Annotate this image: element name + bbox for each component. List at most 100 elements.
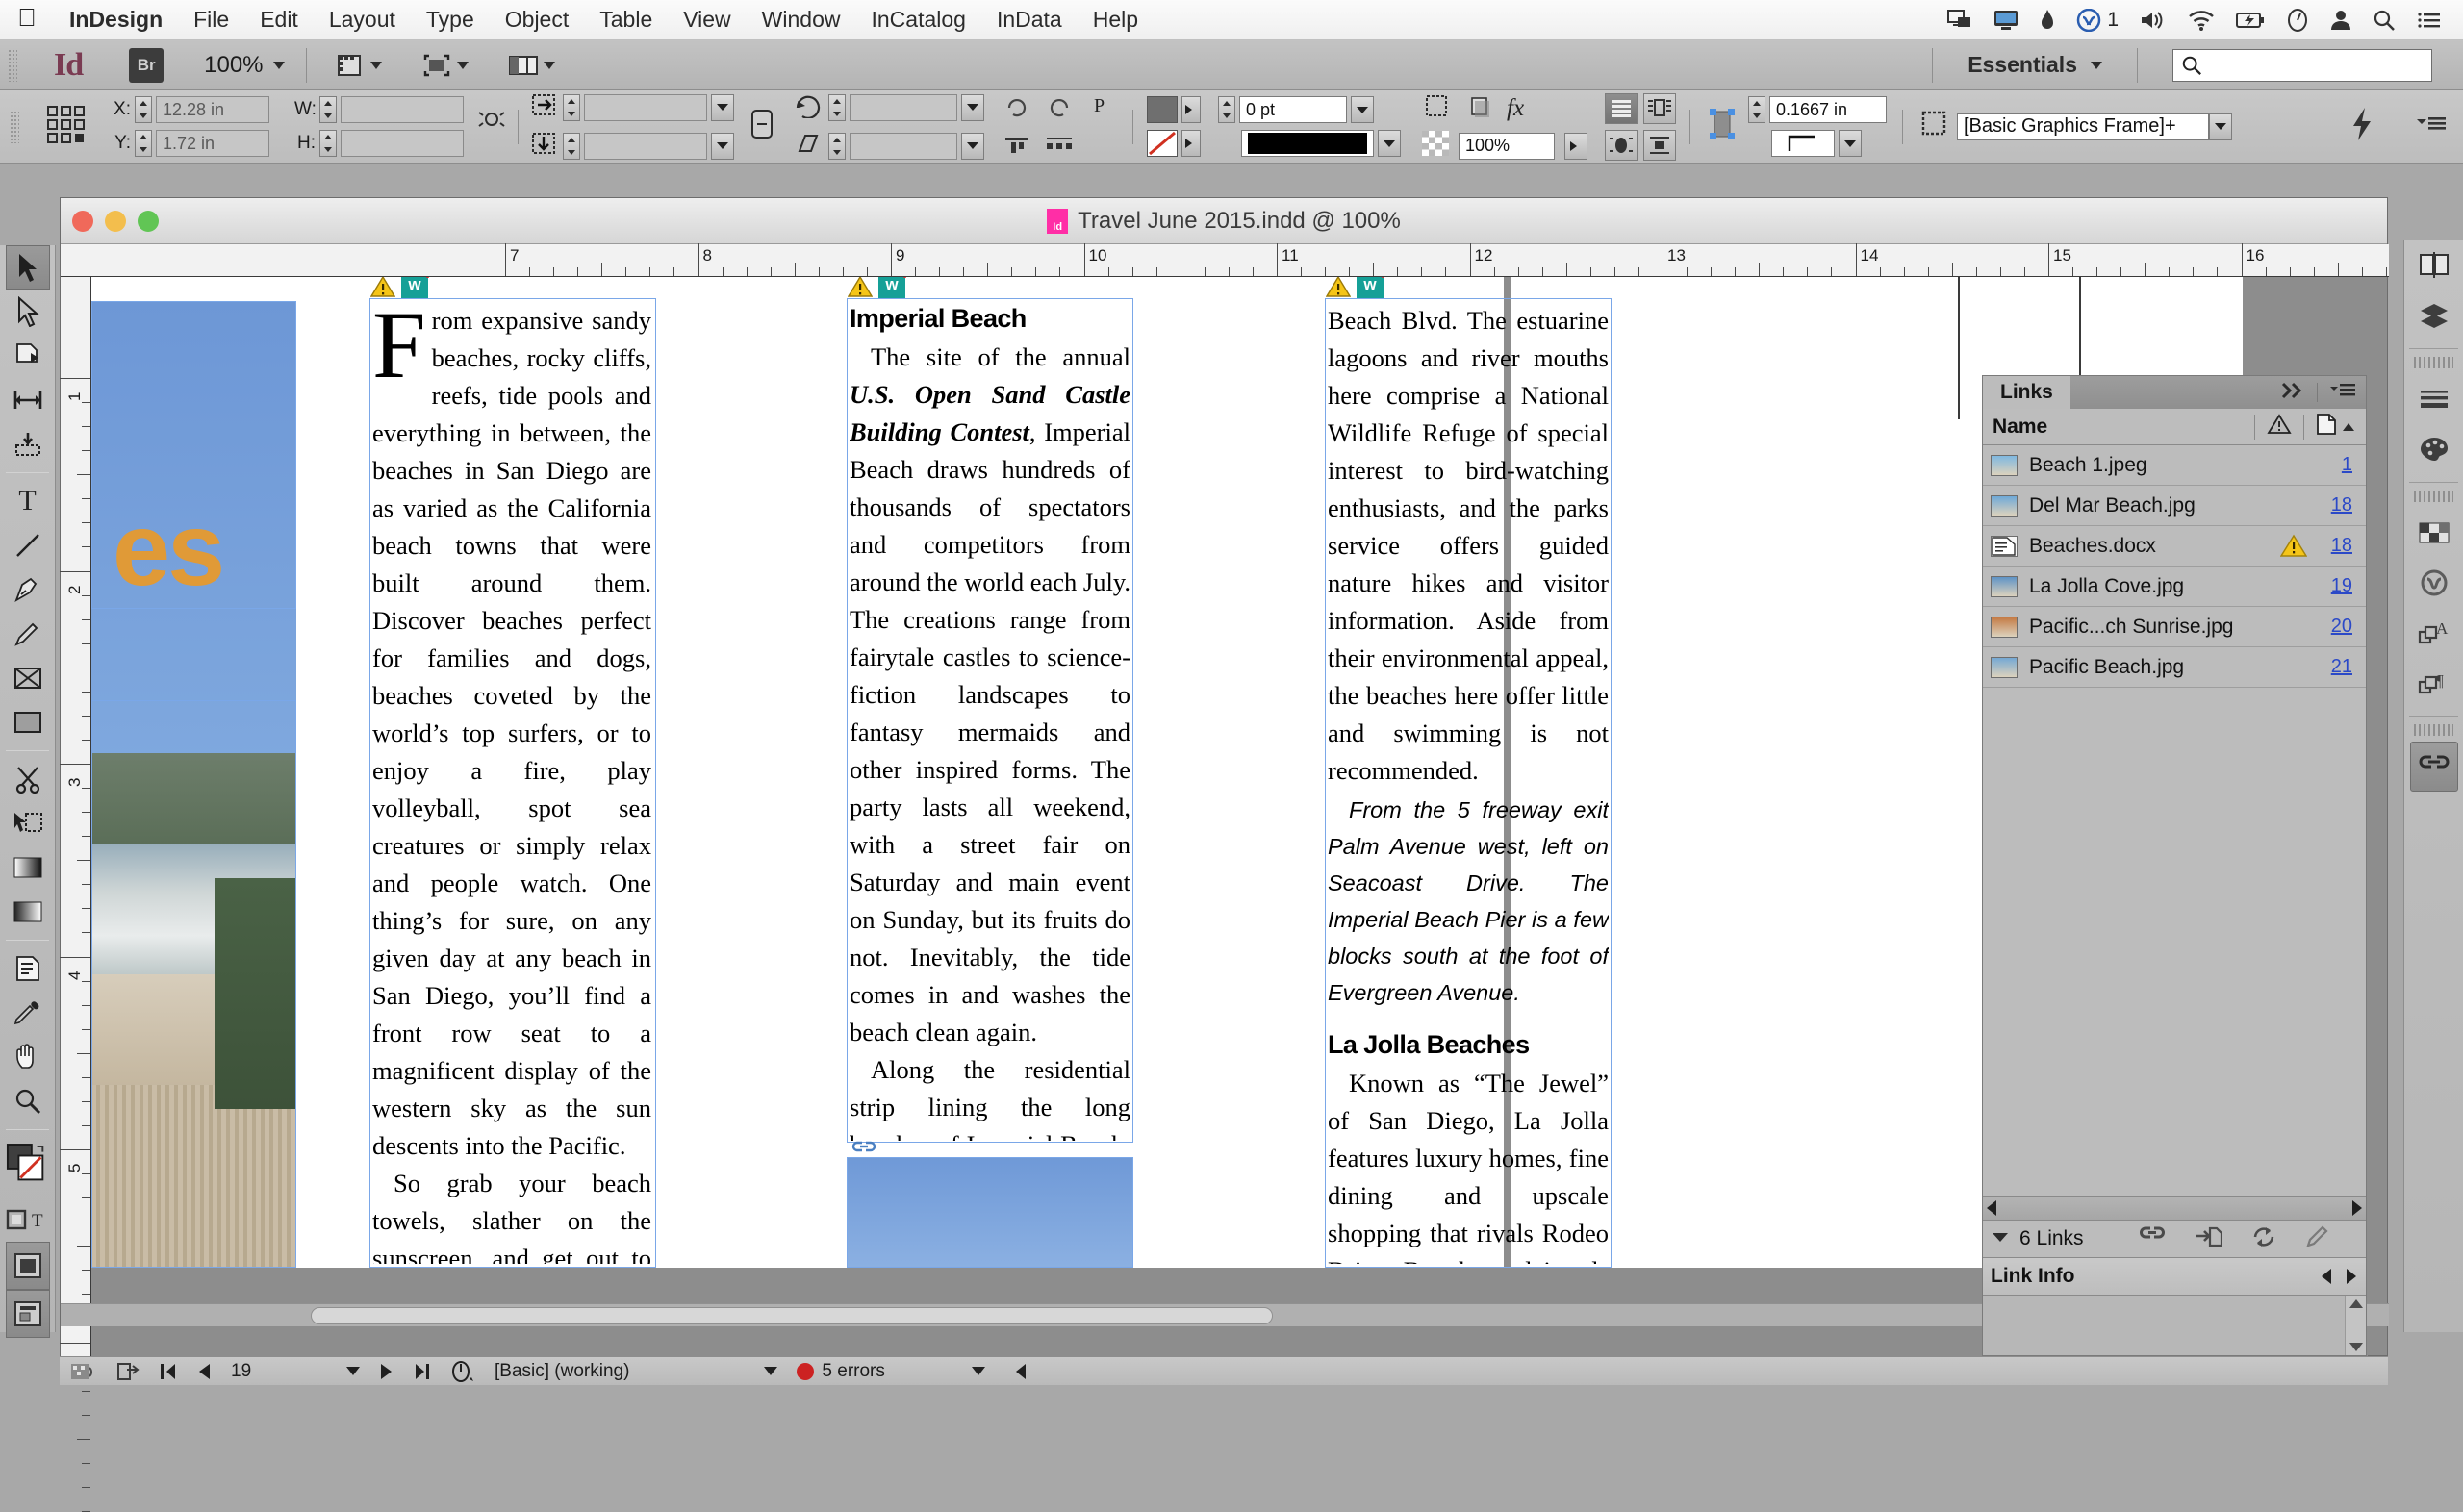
link-info-section-header[interactable]: Link Info [1983,1257,2366,1296]
status-resize-handle[interactable] [1006,1364,1035,1379]
stroke-weight-stepper[interactable] [1218,96,1235,123]
opacity-input[interactable]: 100% [1459,133,1555,160]
menu-item-type[interactable]: Type [411,7,490,33]
quick-apply-icon[interactable] [2348,105,2376,148]
link-badge-icon[interactable] [851,1141,876,1165]
column-header-status-icon[interactable] [2267,413,2292,441]
column2-text[interactable]: Imperial Beach The site of the annual U.… [850,302,1130,1141]
drop-shadow-icon[interactable] [1464,92,1493,124]
menu-item-help[interactable]: Help [1078,7,1154,33]
appbar-grip[interactable] [8,49,17,82]
fill-swatch[interactable] [1147,96,1178,123]
direct-selection-tool[interactable] [6,290,50,334]
chevron-down-icon[interactable] [2091,62,2102,69]
page-number-dropdown[interactable] [337,1367,369,1375]
scroll-up-arrow[interactable] [2349,1299,2363,1308]
h-stepper[interactable] [319,130,337,157]
word-import-badge-icon[interactable]: w [878,277,905,298]
workspace-switcher[interactable]: Essentials [1968,52,2077,78]
scrollbar-thumb[interactable] [311,1307,1273,1324]
scale-y-input[interactable] [584,133,707,160]
link-page-number[interactable]: 21 [2325,656,2366,678]
edit-original-icon[interactable] [2305,1225,2330,1253]
screen-mode-button[interactable] [420,51,469,80]
controlbar-grip[interactable] [10,111,19,143]
preflight-profile-dropdown[interactable] [639,1367,787,1375]
list-icon[interactable] [2417,9,2442,32]
menu-item-view[interactable]: View [668,7,746,33]
stroke-style-dropdown[interactable] [1378,130,1401,157]
page-tool[interactable] [6,334,50,378]
scale-x-dropdown[interactable] [711,94,734,121]
line-tool[interactable] [6,523,50,567]
eyedropper-tool[interactable] [6,991,50,1035]
error-dropdown[interactable] [895,1367,995,1375]
object-style-dropdown[interactable] [2209,113,2232,140]
fx-icon[interactable]: fx [1507,95,1524,122]
warning-triangle-icon[interactable] [370,277,395,298]
page-number-field[interactable]: 19 [221,1361,337,1382]
align-top-icon[interactable] [1000,132,1034,164]
help-search-field[interactable] [2172,49,2432,82]
shear-dropdown[interactable] [961,133,984,160]
warning-triangle-icon[interactable] [848,277,873,298]
stroke-swatch[interactable] [1147,130,1178,157]
menu-item-window[interactable]: Window [747,7,856,33]
panel-menu-icon[interactable] [2329,382,2356,404]
battery-charging-icon[interactable] [2236,9,2265,32]
share-icon[interactable] [106,1361,150,1382]
link-page-number[interactable]: 19 [2325,575,2366,597]
scale-x-input[interactable] [584,94,707,121]
opacity-dropdown[interactable] [1564,133,1587,160]
gradient-feather-tool[interactable] [6,890,50,934]
goto-link-icon[interactable] [2196,1225,2222,1253]
w-stepper[interactable] [319,96,337,123]
shear-stepper[interactable] [828,133,846,160]
constrain-proportions-toggle[interactable] [477,102,506,151]
triangle-right-icon[interactable] [2347,1269,2356,1284]
links-row[interactable]: Pacific...ch Sunrise.jpg20 [1983,607,2366,647]
links-row[interactable]: Pacific Beach.jpg21 [1983,647,2366,688]
wrap-object-shape-button[interactable] [1605,130,1638,161]
character-styles-panel-icon[interactable]: ¶ [2410,658,2458,708]
view-options-button[interactable] [6,1290,50,1338]
zoom-tool[interactable] [6,1079,50,1123]
wrap-none-button[interactable] [1605,93,1638,124]
scale-x-stepper[interactable] [563,94,580,121]
constrain-scale-toggle[interactable] [746,103,778,150]
pages-panel-icon[interactable] [2410,240,2458,290]
creative-cloud-icon[interactable]: 1 [2076,9,2119,32]
stroke-panel-icon[interactable] [2410,374,2458,424]
object-style-icon[interactable] [1918,108,1951,145]
x-stepper[interactable] [135,96,152,123]
next-page-button[interactable] [369,1362,404,1381]
column-header-name[interactable]: Name [1993,416,2047,439]
tab-links[interactable]: Links [1983,376,2070,409]
menu-item-incatalog[interactable]: InCatalog [855,7,980,33]
x-input[interactable]: 12.28 in [156,96,269,123]
menu-item-edit[interactable]: Edit [244,7,314,33]
scroll-left-arrow[interactable] [1987,1200,1996,1216]
corner-shape-dropdown[interactable] [1839,130,1862,157]
zoom-level-selector[interactable]: 100% [204,52,284,79]
scroll-down-arrow[interactable] [2349,1343,2363,1351]
links-row[interactable]: Beaches.docx18 [1983,526,2366,567]
wrap-offset-input[interactable]: 0.1667 in [1769,96,1887,123]
flip-proxy-icon[interactable]: P [1084,90,1119,122]
search-icon[interactable] [2373,9,2396,32]
menu-item-object[interactable]: Object [490,7,584,33]
horizontal-ruler[interactable]: 789101112131415161718 [61,244,2389,277]
corner-options-icon[interactable] [1422,92,1451,124]
rectangle-tool[interactable] [6,700,50,744]
preflight-status-icon[interactable] [441,1360,485,1383]
vertical-ruler[interactable]: 123456 [61,277,91,1356]
menu-item-table[interactable]: Table [584,7,668,33]
links-panel-icon[interactable] [2410,742,2458,792]
gradient-swatch-tool[interactable] [6,845,50,890]
link-info-scrollbar[interactable] [2345,1296,2366,1355]
previous-page-button[interactable] [187,1362,221,1381]
arrange-documents-button[interactable] [507,51,555,80]
view-mode-button[interactable] [334,51,382,80]
error-status-badge[interactable]: 5 errors [787,1361,894,1382]
clock-icon[interactable] [2286,9,2309,32]
